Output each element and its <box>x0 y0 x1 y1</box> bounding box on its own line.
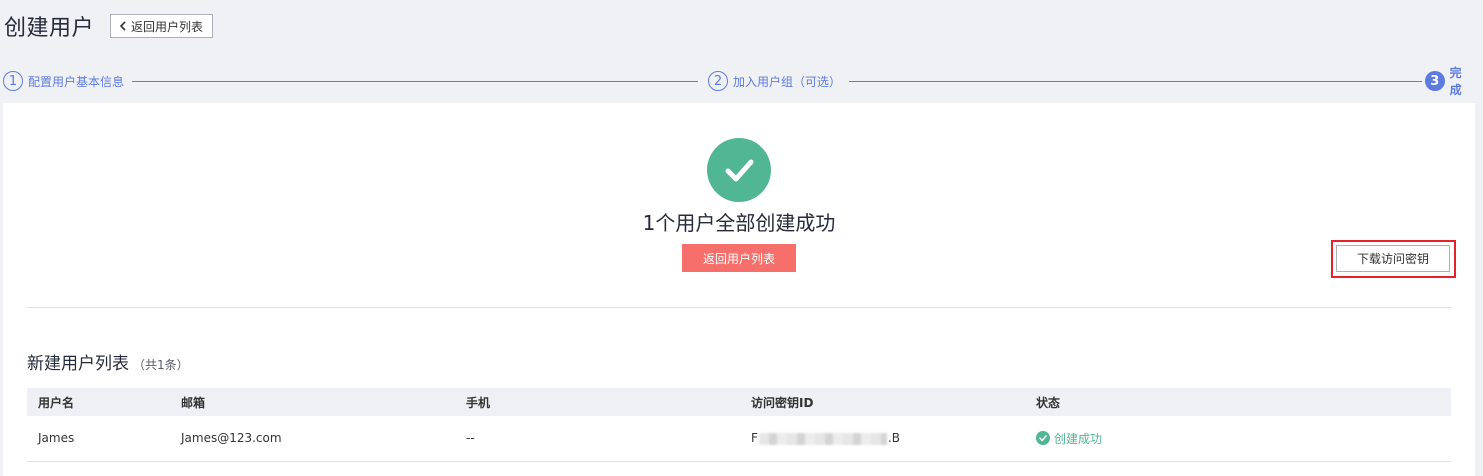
page-header: 创建用户 返回用户列表 <box>4 10 214 42</box>
cell-access-key-id: F .B <box>740 416 1025 462</box>
step-1: 1 配置用户基本信息 <box>3 71 125 91</box>
return-to-user-list-button[interactable]: 返回用户列表 <box>682 244 796 272</box>
column-header-phone: 手机 <box>455 388 740 416</box>
step-label: 加入用户组（可选） <box>733 74 842 89</box>
user-list-header: 新建用户列表 （共1条） <box>27 349 189 374</box>
cell-status: 创建成功 <box>1025 416 1451 462</box>
step-indicator: 1 配置用户基本信息 2 加入用户组（可选） 3 完成 <box>3 66 1473 97</box>
step-2: 2 加入用户组（可选） <box>708 71 850 91</box>
check-circle-icon <box>707 138 771 202</box>
result-card: 1个用户全部创建成功 返回用户列表 新建用户列表 （共1条） 用户名 邮箱 手机… <box>3 103 1475 476</box>
redacted-access-key <box>758 432 887 445</box>
back-button-label: 返回用户列表 <box>131 19 204 34</box>
column-header-email: 邮箱 <box>170 388 455 416</box>
column-header-username: 用户名 <box>27 388 170 416</box>
cell-phone: -- <box>455 416 740 462</box>
chevron-left-icon <box>119 21 126 31</box>
step-connector <box>848 81 1422 82</box>
access-key-suffix: .B <box>887 431 900 446</box>
user-list-title: 新建用户列表 <box>27 354 129 374</box>
table-header-row: 用户名 邮箱 手机 访问密钥ID 状态 <box>27 388 1451 416</box>
column-header-access-key-id: 访问密钥ID <box>740 388 1025 416</box>
step-connector <box>132 81 698 82</box>
divider <box>27 307 1451 308</box>
cell-email: James@123.com <box>170 416 455 462</box>
step-number: 1 <box>3 71 23 91</box>
step-number: 3 <box>1425 71 1445 91</box>
check-circle-icon <box>1036 431 1050 446</box>
access-key-prefix: F <box>751 431 758 446</box>
new-users-table: 用户名 邮箱 手机 访问密钥ID 状态 James James@123.com … <box>27 388 1451 462</box>
step-label: 完成 <box>1449 66 1462 97</box>
page-title: 创建用户 <box>4 16 95 41</box>
cell-username: James <box>27 416 170 462</box>
status-text: 创建成功 <box>1054 431 1103 446</box>
back-to-user-list-button[interactable]: 返回用户列表 <box>110 14 214 38</box>
download-access-key-button[interactable]: 下载访问密钥 <box>1336 245 1450 272</box>
table-row: James James@123.com -- F .B 创建成功 <box>27 416 1451 462</box>
step-label: 配置用户基本信息 <box>28 74 125 89</box>
step-3: 3 完成 <box>1425 66 1473 97</box>
column-header-status: 状态 <box>1025 388 1451 416</box>
step-number: 2 <box>708 71 728 91</box>
status-badge: 创建成功 <box>1036 430 1102 447</box>
user-list-count: （共1条） <box>133 358 189 372</box>
success-message: 1个用户全部创建成功 <box>642 211 836 235</box>
